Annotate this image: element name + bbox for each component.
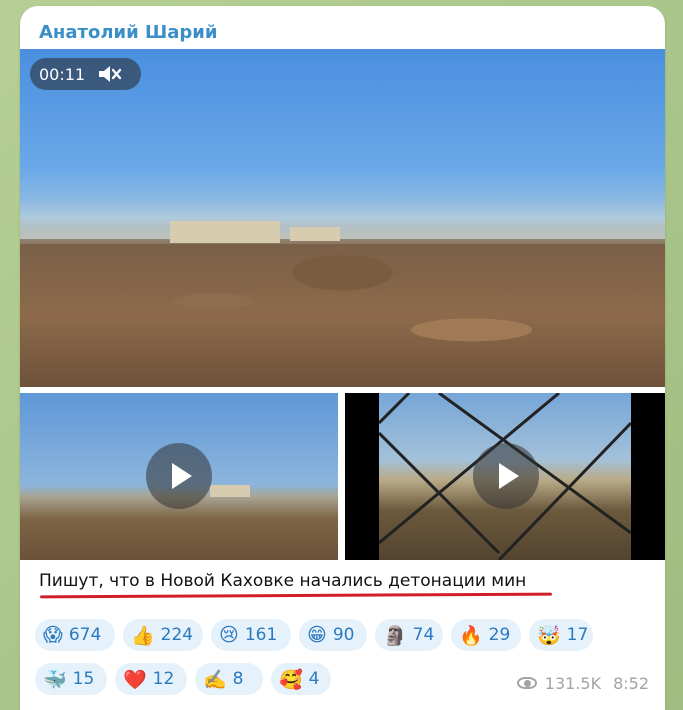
reaction-count: 8 <box>232 669 244 689</box>
reaction-count: 74 <box>412 625 435 645</box>
message-bubble: Анатолий Шарий 00:11 Пишут, что в Новой … <box>20 6 665 710</box>
reaction-chip[interactable]: ❤️ 12 <box>115 663 187 695</box>
reaction-chip[interactable]: 😢 161 <box>211 619 291 651</box>
reaction-emoji: 😁 <box>307 624 327 646</box>
video-timer: 00:11 <box>39 64 86 84</box>
channel-name[interactable]: Анатолий Шарий <box>39 22 217 43</box>
reaction-chip[interactable]: 🔥 29 <box>451 619 521 651</box>
reaction-count: 17 <box>566 625 589 645</box>
video-thumb-2[interactable] <box>345 393 665 560</box>
building-shape <box>290 227 340 241</box>
reaction-count: 15 <box>72 669 95 689</box>
video-scene <box>379 393 631 560</box>
reaction-chip[interactable]: 🤯 17 <box>529 619 593 651</box>
reaction-count: 161 <box>244 625 278 645</box>
video-scene <box>20 199 665 239</box>
video-thumb-1[interactable] <box>20 393 338 560</box>
ground-area <box>20 244 665 387</box>
reaction-emoji: 🗿 <box>383 624 407 647</box>
reaction-chip[interactable]: 😱 674 <box>35 619 115 651</box>
message-meta: 131.5K 8:52 <box>516 674 649 693</box>
reaction-chip[interactable]: ✍️ 8 <box>195 663 263 695</box>
reaction-chip[interactable]: 👍 224 <box>123 619 203 651</box>
video-main[interactable]: 00:11 <box>20 49 665 387</box>
reaction-count: 12 <box>152 669 175 689</box>
reaction-count: 674 <box>68 625 102 645</box>
post-caption: Пишут, что в Новой Каховке начались дето… <box>39 571 527 591</box>
reaction-emoji: 🔥 <box>459 624 483 647</box>
caption-underline <box>39 592 553 599</box>
reaction-count: 224 <box>160 625 194 645</box>
play-icon[interactable] <box>473 443 539 509</box>
mute-icon[interactable] <box>97 64 123 84</box>
reaction-emoji: 👍 <box>131 624 155 647</box>
reaction-emoji: 😢 <box>219 624 239 646</box>
video-timer-pill[interactable]: 00:11 <box>30 58 141 90</box>
reaction-emoji: 😱 <box>43 624 63 646</box>
play-icon[interactable] <box>146 443 212 509</box>
reaction-count: 4 <box>308 669 320 689</box>
reaction-emoji: 🤯 <box>537 624 561 647</box>
reaction-count: 90 <box>332 625 355 645</box>
reaction-emoji: ❤️ <box>123 668 147 691</box>
reaction-chip[interactable]: 🗿 74 <box>375 619 443 651</box>
reaction-chip[interactable]: 🐳 15 <box>35 663 107 695</box>
view-count: 131.5K <box>544 674 602 693</box>
reaction-chip[interactable]: 🥰 4 <box>271 663 331 695</box>
reaction-chip[interactable]: 😁 90 <box>299 619 367 651</box>
building-shape <box>170 221 280 243</box>
building-shape <box>210 485 250 497</box>
reaction-emoji: ✍️ <box>203 668 227 691</box>
eye-icon <box>516 676 539 691</box>
reaction-count: 29 <box>488 625 511 645</box>
reaction-emoji: 🥰 <box>279 668 303 691</box>
message-time: 8:52 <box>613 674 649 693</box>
reaction-emoji: 🐳 <box>43 668 67 691</box>
